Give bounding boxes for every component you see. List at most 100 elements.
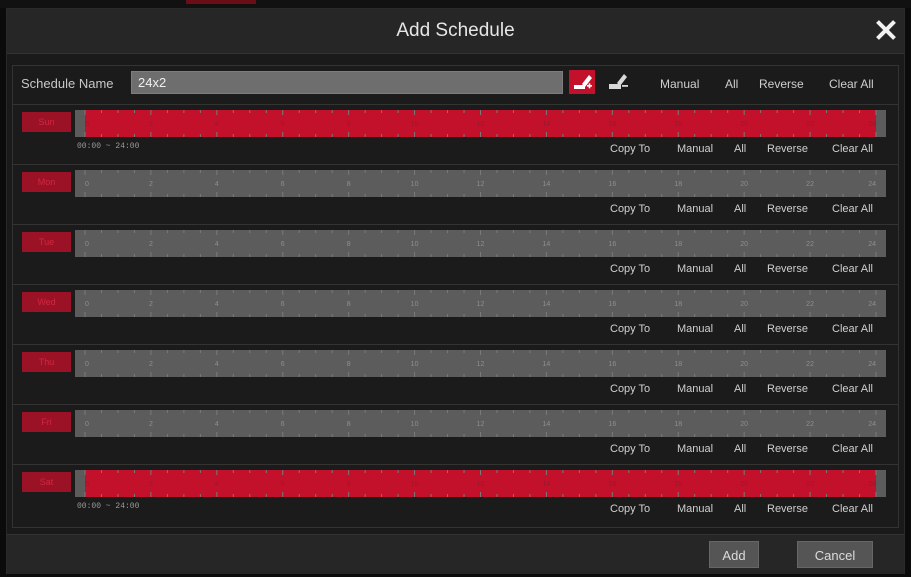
pencil-erase-icon [609, 74, 628, 89]
clear-all-button[interactable]: Clear All [832, 143, 873, 155]
hour-tick-label: 4 [215, 421, 219, 428]
timeline-track[interactable]: 0 2 4 6 8 10 12 14 16 18 20 22 24 [75, 410, 886, 437]
dialog-title: Add Schedule [396, 20, 515, 41]
clear-all-button[interactable]: Clear All [832, 323, 873, 335]
manual-button[interactable]: Manual [677, 503, 713, 515]
timeline-track[interactable]: 0 2 4 6 8 10 12 14 16 18 20 22 24 [75, 230, 886, 257]
reverse-all-days-button[interactable]: Reverse [759, 77, 804, 91]
hour-tick-label: 10 [411, 481, 419, 488]
timeline-svg: 0 2 4 6 8 10 12 14 16 18 20 22 24 [84, 170, 877, 197]
copy-to-button[interactable]: Copy To [610, 323, 650, 335]
hour-tick-label: 20 [740, 181, 748, 188]
add-button[interactable]: Add [709, 541, 759, 568]
all-button[interactable]: All [734, 503, 746, 515]
day-select-button[interactable]: Fri [22, 412, 71, 432]
dialog-titlebar: Add Schedule [7, 9, 904, 54]
all-button[interactable]: All [734, 383, 746, 395]
time-range-label: 00:00 ~ 24:00 [77, 502, 140, 511]
manual-button[interactable]: Manual [677, 143, 713, 155]
schedule-name-label: Schedule Name [21, 76, 114, 91]
timeline-track[interactable]: 0 2 4 6 8 10 12 14 16 18 20 22 24 [75, 290, 886, 317]
all-button[interactable]: All [734, 443, 746, 455]
reverse-button[interactable]: Reverse [767, 383, 808, 395]
schedule-name-input[interactable] [131, 71, 563, 94]
manual-all-days-button[interactable]: Manual [660, 77, 699, 91]
copy-to-button[interactable]: Copy To [610, 503, 650, 515]
timeline-track[interactable]: 0 2 4 6 8 10 12 14 16 18 20 22 24 [75, 470, 886, 497]
day-select-button[interactable]: Sat [22, 472, 71, 492]
reverse-button[interactable]: Reverse [767, 143, 808, 155]
hour-tick-label: 18 [674, 241, 682, 248]
copy-to-button[interactable]: Copy To [610, 383, 650, 395]
hour-tick-label: 12 [477, 241, 485, 248]
cancel-button[interactable]: Cancel [797, 541, 873, 568]
hour-tick-label: 10 [411, 241, 419, 248]
hour-tick-label: 22 [806, 421, 814, 428]
hour-tick-label: 24 [868, 121, 876, 128]
reverse-button[interactable]: Reverse [767, 503, 808, 515]
day-select-button[interactable]: Tue [22, 232, 71, 252]
all-button[interactable]: All [734, 203, 746, 215]
reverse-button[interactable]: Reverse [767, 323, 808, 335]
hour-tick-label: 0 [85, 181, 89, 188]
day-select-button[interactable]: Sun [22, 112, 71, 132]
manual-button[interactable]: Manual [677, 323, 713, 335]
hour-tick-label: 22 [806, 181, 814, 188]
hour-tick-label: 24 [868, 301, 876, 308]
all-button[interactable]: All [734, 263, 746, 275]
reverse-button[interactable]: Reverse [767, 263, 808, 275]
hour-tick-label: 2 [149, 181, 153, 188]
copy-to-button[interactable]: Copy To [610, 203, 650, 215]
erase-draw-tool-button[interactable] [605, 70, 631, 94]
hour-tick-label: 0 [85, 421, 89, 428]
clear-all-button[interactable]: Clear All [832, 203, 873, 215]
day-select-button[interactable]: Mon [22, 172, 71, 192]
clear-all-days-button[interactable]: Clear All [829, 77, 874, 91]
day-row-fri: Fri 0 2 4 6 8 10 12 14 16 18 20 22 24 Copy To Manual All… [13, 404, 898, 464]
day-select-button[interactable]: Wed [22, 292, 71, 312]
hour-tick-label: 6 [281, 481, 285, 488]
all-button[interactable]: All [734, 143, 746, 155]
all-button[interactable]: All [734, 323, 746, 335]
manual-button[interactable]: Manual [677, 263, 713, 275]
hour-tick-label: 22 [806, 361, 814, 368]
timeline-svg: 0 2 4 6 8 10 12 14 16 18 20 22 24 [84, 110, 877, 137]
manual-button[interactable]: Manual [677, 383, 713, 395]
reverse-button[interactable]: Reverse [767, 443, 808, 455]
reverse-button[interactable]: Reverse [767, 203, 808, 215]
hour-tick-label: 6 [281, 121, 285, 128]
pencil-add-icon [574, 75, 592, 89]
day-row-tue: Tue 0 2 4 6 8 10 12 14 16 18 20 22 24 Copy To Manual All… [13, 224, 898, 284]
clear-all-button[interactable]: Clear All [832, 443, 873, 455]
copy-to-button[interactable]: Copy To [610, 443, 650, 455]
hour-tick-label: 8 [347, 361, 351, 368]
day-row-wed: Wed 0 2 4 6 8 10 12 14 16 18 20 22 24 Copy To Manual All… [13, 284, 898, 344]
clear-all-button[interactable]: Clear All [832, 263, 873, 275]
select-all-days-button[interactable]: All [725, 77, 738, 91]
copy-to-button[interactable]: Copy To [610, 263, 650, 275]
time-range-label: 00:00 ~ 24:00 [77, 142, 140, 151]
day-select-button[interactable]: Thu [22, 352, 71, 372]
timeline-track[interactable]: 0 2 4 6 8 10 12 14 16 18 20 22 24 [75, 170, 886, 197]
timeline-track[interactable]: 0 2 4 6 8 10 12 14 16 18 20 22 24 [75, 110, 886, 137]
close-icon[interactable] [873, 17, 899, 43]
manual-button[interactable]: Manual [677, 443, 713, 455]
manual-button[interactable]: Manual [677, 203, 713, 215]
hour-tick-label: 14 [543, 361, 551, 368]
add-draw-tool-button[interactable] [569, 70, 595, 94]
hour-tick-label: 12 [477, 121, 485, 128]
hour-tick-label: 4 [215, 241, 219, 248]
hour-tick-label: 22 [806, 481, 814, 488]
timeline-track[interactable]: 0 2 4 6 8 10 12 14 16 18 20 22 24 [75, 350, 886, 377]
day-row-sun: Sun 0 2 4 6 8 10 12 14 16 18 20 22 24 00:00 ~ 24:00 Cop… [13, 104, 898, 164]
schedule-name-row: Schedule Name Manual All Reverse Clear [13, 66, 898, 102]
hour-tick-label: 16 [608, 241, 616, 248]
copy-to-button[interactable]: Copy To [610, 143, 650, 155]
clear-all-button[interactable]: Clear All [832, 383, 873, 395]
hour-tick-label: 4 [215, 121, 219, 128]
clear-all-button[interactable]: Clear All [832, 503, 873, 515]
hour-tick-label: 6 [281, 241, 285, 248]
hour-tick-label: 6 [281, 301, 285, 308]
hour-tick-label: 6 [281, 421, 285, 428]
hour-tick-label: 20 [740, 241, 748, 248]
